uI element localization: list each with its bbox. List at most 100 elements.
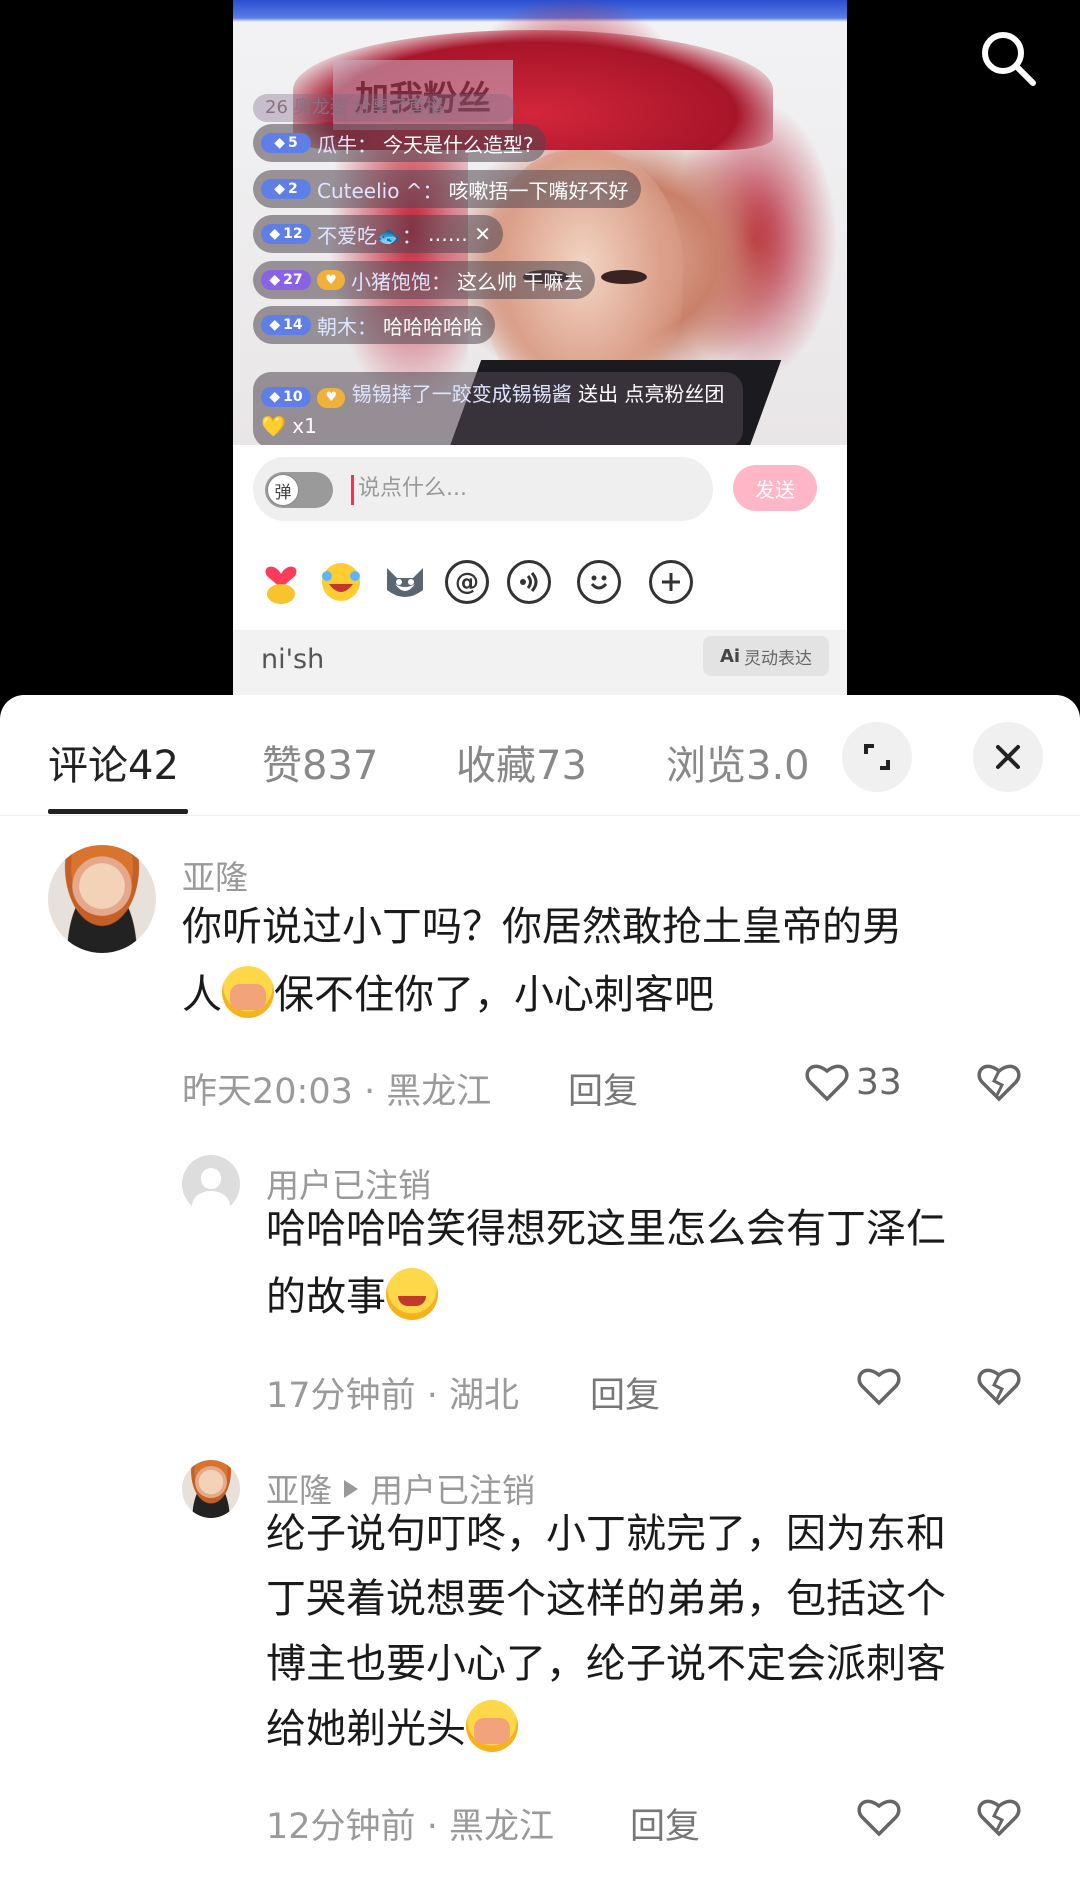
voice-icon[interactable] [507, 560, 551, 604]
tab-likes[interactable]: 赞837 [262, 733, 378, 791]
tab-count: 42 [128, 743, 179, 789]
comment-time: 17分钟前 [266, 1376, 416, 1416]
chat-row-faded: 26 奥龙姿 分享了直播 [253, 94, 515, 122]
comment-text-line: 给她剃光头 [266, 1697, 1056, 1762]
laugh-cry-emoji-icon[interactable] [319, 560, 363, 604]
broken-heart-icon [977, 1064, 1021, 1102]
chat-message: ◆ 12 不爱吃🐟： …… ✕ [253, 215, 504, 253]
tab-favorites[interactable]: 收藏73 [456, 733, 587, 791]
avatar[interactable] [182, 1460, 240, 1518]
comment-text-line: 哈哈哈哈笑得想死这里怎么会有丁泽仁 [266, 1206, 946, 1252]
reply-button[interactable]: 回复 [568, 1063, 638, 1114]
comment-location: 黑龙江 [386, 1072, 492, 1112]
tab-label: 评论 [48, 743, 128, 789]
live-stream-video[interactable]: 加我粉丝 26 奥龙姿 分享了直播 ◆ 5 瓜牛： 今天是什么造型? ◆ 2 Cut… [233, 0, 847, 700]
search-icon[interactable] [975, 25, 1041, 91]
level-badge: ◆ 27 [261, 270, 311, 290]
comment-input[interactable]: 弹 说点什么... [253, 457, 713, 521]
chat-message: ◆ 14 朝木： 哈哈哈哈哈 [253, 306, 495, 344]
heart-icon [857, 1368, 901, 1406]
level-badge: ◆ 12 [261, 224, 311, 244]
level-badge: ◆ 5 [261, 133, 311, 153]
comment-text: 哈哈哈哈笑得想死这里怎么会有丁泽仁 的故事 [266, 1195, 1046, 1331]
broken-heart-icon [977, 1799, 1021, 1837]
video-frame: 加我粉丝 26 奥龙姿 分享了直播 ◆ 5 瓜牛： 今天是什么造型? ◆ 2 Cut… [233, 0, 847, 460]
comment-text-line: 丁哭着说想要个这样的弟弟，包括这个 [266, 1576, 946, 1622]
heart-hands-emoji-icon[interactable] [259, 560, 303, 604]
mention-icon[interactable]: @ [445, 560, 489, 604]
tab-label: 赞 [262, 743, 302, 789]
comment-sheet: 评论42 赞837 收藏73 浏览3.0 亚隆 你听说过小丁吗？你居然敢抢土皇帝… [0, 695, 1080, 1882]
close-icon[interactable] [973, 722, 1043, 792]
chat-username[interactable]: 小猪饱饱： [351, 266, 451, 295]
comment-tabs: 评论42 赞837 收藏73 浏览3.0 [0, 695, 1080, 816]
meta-separator: · [426, 1807, 438, 1847]
expand-icon[interactable] [842, 722, 912, 792]
meta-separator: · [364, 1072, 376, 1112]
active-tab-indicator [48, 809, 188, 814]
reply-button[interactable]: 回复 [590, 1367, 660, 1418]
comment-text-line: 人 保不住你了，小心刺客吧 [182, 961, 1042, 1029]
comment-time: 昨天20:03 [182, 1072, 353, 1112]
comment-text-fragment: 人 [182, 972, 222, 1018]
chat-text: 哈哈哈哈哈 [383, 314, 483, 339]
comment-text-fragment: 给她剃光头 [266, 1706, 466, 1752]
chat-username[interactable]: Cuteelio ^： [317, 175, 443, 204]
emoji-icon[interactable] [577, 560, 621, 604]
like-button[interactable] [856, 1796, 902, 1838]
cover-face-emoji-icon [222, 966, 274, 1018]
add-icon[interactable] [649, 560, 693, 604]
text-caret [351, 475, 354, 505]
chat-message: ◆ 2 Cuteelio ^： 咳嗽捂一下嘴好不好 [253, 170, 641, 208]
comment-text-line: 的故事 [266, 1263, 1046, 1331]
chat-text: 这么帅 干嘛去 [457, 269, 584, 294]
level-badge: ◆ 10 [261, 387, 311, 407]
comment-text-line: 博主也要小心了，纶子说不定会派刺客 [266, 1641, 946, 1687]
reply-button[interactable]: 回复 [630, 1798, 700, 1849]
input-toolbar: @ [233, 535, 847, 630]
fan-club-badge: ♥ [317, 388, 346, 408]
tab-label: 收藏 [456, 743, 536, 789]
avatar[interactable] [48, 845, 156, 953]
chat-username[interactable]: 锡锡摔了一跤变成锡锡酱 [352, 382, 572, 406]
chat-message: ◆ 27 ♥ 小猪饱饱： 这么帅 干嘛去 [253, 261, 596, 299]
chat-username[interactable]: 朝木： [317, 311, 377, 340]
comment-text-fragment: 的故事 [266, 1274, 386, 1320]
comment-meta: 昨天20:03 · 黑龙江 [182, 1063, 491, 1114]
avatar[interactable] [182, 1155, 240, 1213]
ai-expression-label: 灵动表达 [744, 648, 813, 669]
broken-heart-icon [977, 1368, 1021, 1406]
like-button[interactable] [856, 1365, 902, 1407]
chat-username[interactable]: 瓜牛： [317, 129, 377, 158]
comment-meta: 12分钟前 · 黑龙江 [266, 1798, 554, 1849]
chat-text: 咳嗽捂一下嘴好不好 [448, 178, 629, 203]
comment-username[interactable]: 亚隆 [182, 851, 248, 899]
husky-emoji-icon[interactable] [383, 560, 427, 604]
tab-views[interactable]: 浏览3.0 [666, 733, 810, 791]
dislike-button[interactable] [976, 1365, 1022, 1407]
tab-count: 837 [302, 743, 379, 789]
chat-username[interactable]: 不爱吃🐟： [317, 220, 422, 249]
comment-location: 黑龙江 [448, 1807, 554, 1847]
ai-expression-button[interactable]: Ai 灵动表达 [703, 636, 829, 676]
comment-location: 湖北 [448, 1376, 519, 1416]
eye [601, 270, 647, 284]
send-button[interactable]: 发送 [733, 465, 817, 511]
input-placeholder: 说点什么... [358, 476, 467, 501]
dislike-button[interactable] [976, 1796, 1022, 1838]
ime-composing-text: ni'sh [261, 644, 325, 675]
dislike-button[interactable] [976, 1061, 1022, 1103]
reply-arrow-icon [344, 1480, 358, 1498]
comment-text-line: 纶子说句叮咚，小丁就完了，因为东和 [266, 1511, 946, 1557]
heart-icon [805, 1064, 849, 1102]
like-count: 33 [856, 1061, 902, 1103]
comment-text: 你听说过小丁吗？你居然敢抢土皇帝的男 人 保不住你了，小心刺客吧 [182, 893, 1042, 1029]
like-button[interactable]: 33 [804, 1061, 902, 1103]
comment-text-line: 你听说过小丁吗？你居然敢抢土皇帝的男 [182, 904, 902, 950]
level-badge: ◆ 14 [261, 315, 311, 335]
comment-text: 纶子说句叮咚，小丁就完了，因为东和 丁哭着说想要个这样的弟弟，包括这个 博主也要… [266, 1502, 1056, 1762]
tab-comments[interactable]: 评论42 [48, 733, 179, 791]
danmaku-toggle[interactable]: 弹 [265, 472, 333, 508]
tab-label: 浏览 [666, 743, 746, 789]
comment-input-bar: 弹 说点什么... 发送 [233, 445, 847, 535]
